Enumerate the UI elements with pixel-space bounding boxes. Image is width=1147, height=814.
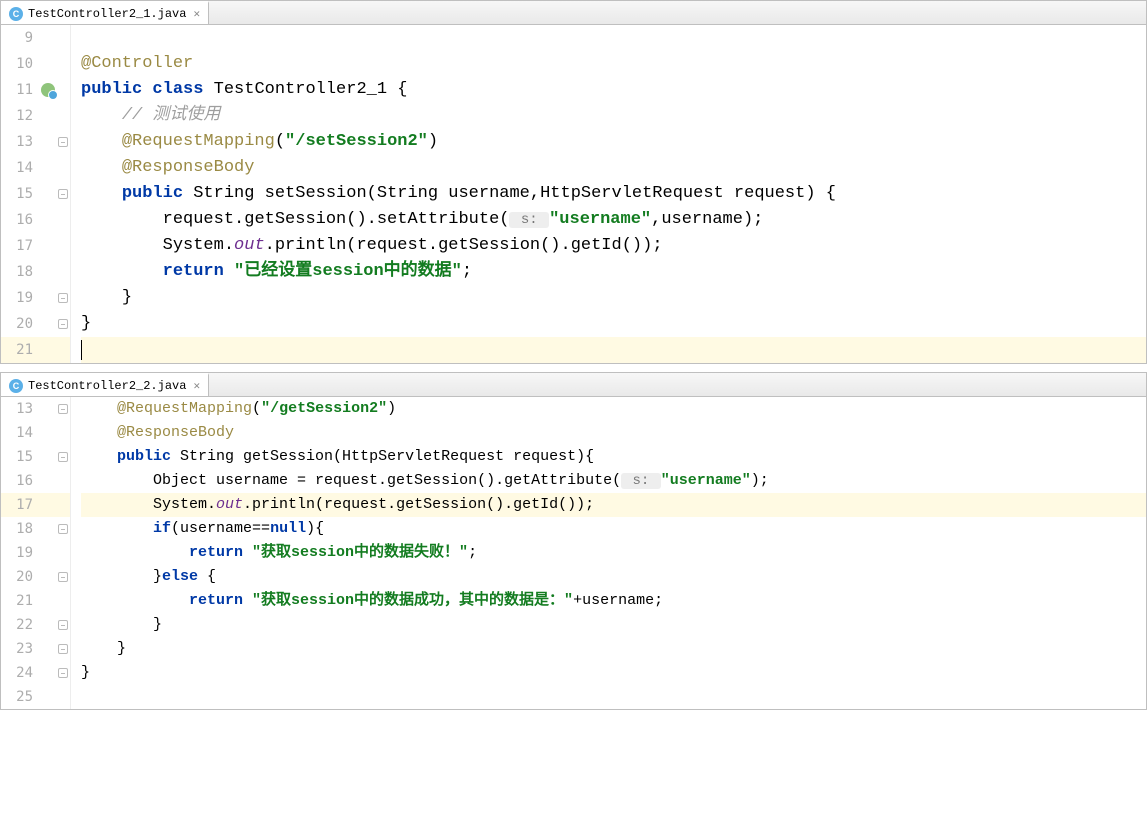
editor-pane-1: C TestController2_1.java ✕ 9 10 11 12 13… (0, 0, 1147, 364)
line-number: 21 (1, 589, 39, 613)
spring-bean-icon[interactable] (41, 83, 55, 97)
code-area[interactable]: @Controller public class TestController2… (71, 25, 1146, 363)
code-line: return "已经设置session中的数据"; (81, 259, 1146, 285)
tab-filename: TestController2_1.java (28, 7, 186, 21)
line-number: 16 (1, 207, 39, 233)
tab-file-2[interactable]: C TestController2_2.java ✕ (1, 373, 209, 396)
code-line: @ResponseBody (81, 421, 1146, 445)
code-line: } (81, 285, 1146, 311)
line-number: 24 (1, 661, 39, 685)
fold-icon[interactable] (58, 137, 68, 147)
fold-icon[interactable] (58, 620, 68, 630)
code-area[interactable]: @RequestMapping("/getSession2") @Respons… (71, 397, 1146, 709)
line-number: 23 (1, 637, 39, 661)
tab-bar: C TestController2_2.java ✕ (1, 373, 1146, 397)
line-number: 14 (1, 421, 39, 445)
code-line: } (81, 311, 1146, 337)
line-number: 19 (1, 541, 39, 565)
gutter-icons (39, 397, 71, 709)
tab-file-1[interactable]: C TestController2_1.java ✕ (1, 1, 209, 24)
line-number: 9 (1, 25, 39, 51)
fold-icon[interactable] (58, 404, 68, 414)
line-number: 17 (1, 493, 39, 517)
code-line: @RequestMapping("/setSession2") (81, 129, 1146, 155)
gutter-icons (39, 25, 71, 363)
line-number: 20 (1, 311, 39, 337)
line-number: 13 (1, 129, 39, 155)
code-line (81, 685, 1146, 709)
code-line (81, 25, 1146, 51)
code-line: public class TestController2_1 { (81, 77, 1146, 103)
code-line: } (81, 637, 1146, 661)
editor-pane-2: C TestController2_2.java ✕ 13 14 15 16 1… (0, 372, 1147, 710)
fold-icon[interactable] (58, 644, 68, 654)
line-number: 11 (1, 77, 39, 103)
code-line: // 测试使用 (81, 103, 1146, 129)
close-icon[interactable]: ✕ (193, 7, 200, 21)
tab-filename: TestController2_2.java (28, 379, 186, 393)
line-number: 10 (1, 51, 39, 77)
code-line: request.getSession().setAttribute( s: "u… (81, 207, 1146, 233)
line-number: 15 (1, 445, 39, 469)
line-number: 12 (1, 103, 39, 129)
line-number: 17 (1, 233, 39, 259)
tab-bar: C TestController2_1.java ✕ (1, 1, 1146, 25)
param-hint: s: (621, 473, 661, 489)
close-icon[interactable]: ✕ (193, 379, 200, 393)
gutter: 9 10 11 12 13 14 15 16 17 18 19 20 21 (1, 25, 39, 363)
editor-body[interactable]: 9 10 11 12 13 14 15 16 17 18 19 20 21 (1, 25, 1146, 363)
code-line: if(username==null){ (81, 517, 1146, 541)
code-line: public String getSession(HttpServletRequ… (81, 445, 1146, 469)
line-number: 18 (1, 259, 39, 285)
code-line: public String setSession(String username… (81, 181, 1146, 207)
code-line: System.out.println(request.getSession().… (81, 233, 1146, 259)
code-line: } (81, 661, 1146, 685)
code-line: System.out.println(request.getSession().… (81, 493, 1146, 517)
code-line: @RequestMapping("/getSession2") (81, 397, 1146, 421)
fold-icon[interactable] (58, 319, 68, 329)
line-number: 20 (1, 565, 39, 589)
gutter: 13 14 15 16 17 18 19 20 21 22 23 24 25 (1, 397, 39, 709)
line-number: 25 (1, 685, 39, 709)
java-class-icon: C (9, 7, 23, 21)
line-number: 21 (1, 337, 39, 363)
fold-icon[interactable] (58, 293, 68, 303)
line-number: 22 (1, 613, 39, 637)
code-line: }else { (81, 565, 1146, 589)
code-line: return "获取session中的数据成功，其中的数据是："+usernam… (81, 589, 1146, 613)
fold-icon[interactable] (58, 524, 68, 534)
fold-icon[interactable] (58, 572, 68, 582)
fold-icon[interactable] (58, 668, 68, 678)
line-number: 19 (1, 285, 39, 311)
param-hint: s: (509, 212, 549, 228)
line-number: 15 (1, 181, 39, 207)
line-number: 13 (1, 397, 39, 421)
code-line: @ResponseBody (81, 155, 1146, 181)
java-class-icon: C (9, 379, 23, 393)
line-number: 18 (1, 517, 39, 541)
code-line-caret (81, 337, 1146, 363)
code-line: return "获取session中的数据失败！"; (81, 541, 1146, 565)
fold-icon[interactable] (58, 452, 68, 462)
code-line: } (81, 613, 1146, 637)
line-number: 16 (1, 469, 39, 493)
code-line: Object username = request.getSession().g… (81, 469, 1146, 493)
editor-body[interactable]: 13 14 15 16 17 18 19 20 21 22 23 24 25 (1, 397, 1146, 709)
code-line: @Controller (81, 51, 1146, 77)
line-number: 14 (1, 155, 39, 181)
fold-icon[interactable] (58, 189, 68, 199)
